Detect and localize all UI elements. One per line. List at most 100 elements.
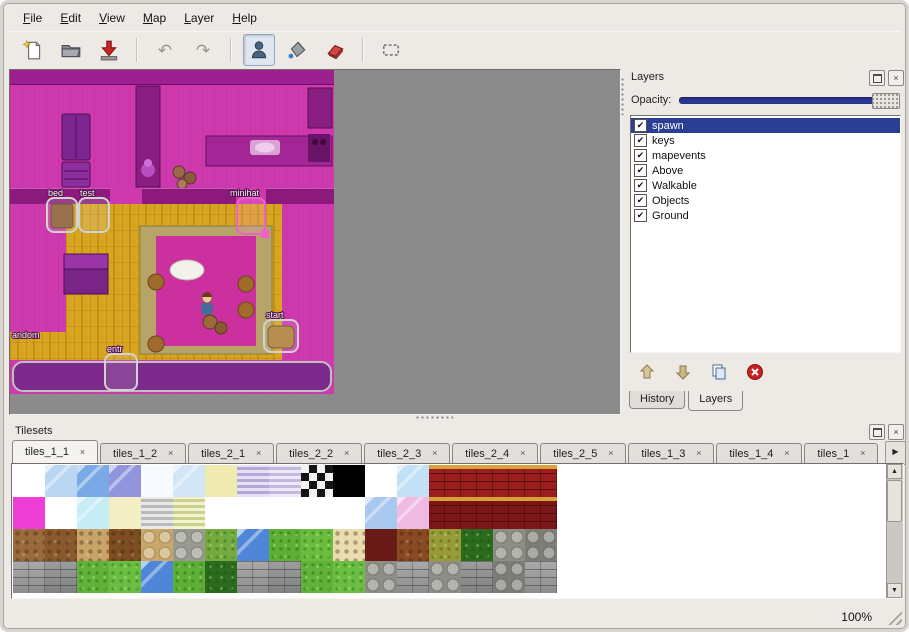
open-file-button[interactable] (55, 34, 87, 66)
tileset-tile[interactable] (269, 529, 301, 561)
tileset-tile[interactable] (493, 497, 525, 529)
tileset-tab-tiles_2_1[interactable]: tiles_2_1× (188, 443, 274, 463)
tileset-tile[interactable] (77, 529, 109, 561)
tileset-tile[interactable] (525, 497, 557, 529)
tab-close-icon[interactable]: × (780, 447, 793, 460)
tileset-tile[interactable] (173, 497, 205, 529)
lower-layer-button[interactable] (671, 360, 695, 384)
tileset-tab-tiles_1_4[interactable]: tiles_1_4× (716, 443, 802, 463)
tileset-tab-tiles_1_2[interactable]: tiles_1_2× (100, 443, 186, 463)
opacity-slider[interactable] (679, 92, 900, 108)
tab-close-icon[interactable]: × (856, 447, 869, 460)
tileset-tile[interactable] (301, 497, 333, 529)
layer-visibility-checkbox[interactable]: ✔ (634, 149, 647, 162)
tileset-tile[interactable] (173, 529, 205, 561)
menu-item-help[interactable]: Help (224, 8, 265, 28)
resize-grip[interactable] (888, 611, 902, 625)
tileset-tile[interactable] (13, 561, 45, 593)
raise-layer-button[interactable] (635, 360, 659, 384)
tab-close-icon[interactable]: × (252, 447, 265, 460)
tileset-tile[interactable] (365, 561, 397, 593)
tileset-tile[interactable] (397, 529, 429, 561)
tileset-tile[interactable] (173, 561, 205, 593)
layer-visibility-checkbox[interactable]: ✔ (634, 164, 647, 177)
duplicate-layer-button[interactable] (707, 360, 731, 384)
menu-item-view[interactable]: View (91, 8, 133, 28)
float-panel-button[interactable] (869, 70, 885, 86)
tileset-tile[interactable] (77, 497, 109, 529)
menu-item-file[interactable]: File (15, 8, 50, 28)
layer-visibility-checkbox[interactable]: ✔ (634, 194, 647, 207)
tileset-tile[interactable] (141, 561, 173, 593)
layer-visibility-checkbox[interactable]: ✔ (634, 179, 647, 192)
tileset-tile[interactable] (77, 561, 109, 593)
tileset-tile[interactable] (365, 497, 397, 529)
tileset-tile[interactable] (109, 529, 141, 561)
close-panel-button[interactable]: × (888, 70, 904, 86)
layer-row-keys[interactable]: ✔keys (631, 133, 900, 148)
tileset-view[interactable]: ▲ ▼ (11, 463, 904, 599)
tileset-tile[interactable] (77, 465, 109, 497)
map-object-start[interactable] (264, 320, 298, 352)
tileset-tile[interactable] (333, 465, 365, 497)
tileset-tile[interactable] (333, 561, 365, 593)
map-object-test[interactable] (79, 198, 109, 232)
eraser-button[interactable] (319, 34, 351, 66)
tileset-tile[interactable] (269, 561, 301, 593)
new-file-button[interactable] (17, 34, 49, 66)
tileset-tile[interactable] (237, 529, 269, 561)
tileset-tile[interactable] (269, 497, 301, 529)
tileset-tab-tiles_1_1[interactable]: tiles_1_1× (12, 440, 98, 463)
layer-visibility-checkbox[interactable]: ✔ (634, 209, 647, 222)
opacity-slider-track[interactable] (679, 97, 900, 104)
tileset-tab-tiles_2_5[interactable]: tiles_2_5× (540, 443, 626, 463)
tileset-scrollbar[interactable]: ▲ ▼ (886, 464, 903, 598)
layer-row-walkable[interactable]: ✔Walkable (631, 178, 900, 193)
tileset-tile[interactable] (45, 497, 77, 529)
tileset-tile[interactable] (173, 465, 205, 497)
tileset-tile[interactable] (45, 561, 77, 593)
map-object-minihat-selected[interactable] (237, 198, 265, 234)
float-panel-button[interactable] (869, 424, 885, 440)
map-object-bed[interactable] (47, 198, 77, 232)
tileset-tile[interactable] (301, 465, 333, 497)
tileset-tile[interactable] (141, 465, 173, 497)
rect-select-button[interactable] (375, 34, 407, 66)
tab-close-icon[interactable]: × (164, 447, 177, 460)
tileset-tile[interactable] (397, 561, 429, 593)
tab-scroll-right-button[interactable]: ▶ (885, 441, 906, 465)
dock-tab-layers[interactable]: Layers (688, 391, 743, 411)
layer-row-objects[interactable]: ✔Objects (631, 193, 900, 208)
tileset-tile[interactable] (45, 529, 77, 561)
tileset-tile[interactable] (429, 465, 461, 497)
map-viewport[interactable]: bed test minihat start entr andom (9, 69, 621, 415)
tileset-tile[interactable] (109, 561, 141, 593)
tileset-tile[interactable] (45, 465, 77, 497)
tileset-tile[interactable] (13, 465, 45, 497)
close-panel-button[interactable]: × (888, 424, 904, 440)
tileset-tile[interactable] (493, 529, 525, 561)
tileset-tile[interactable] (333, 497, 365, 529)
tileset-tile[interactable] (429, 529, 461, 561)
tileset-tile[interactable] (141, 529, 173, 561)
dock-tab-history[interactable]: History (629, 391, 685, 409)
object-resize-handle[interactable] (261, 230, 269, 238)
tileset-tile[interactable] (301, 561, 333, 593)
opacity-slider-handle[interactable] (872, 93, 900, 109)
horizontal-splitter-handle[interactable] (415, 415, 453, 420)
stamp-brush-button[interactable] (243, 34, 275, 66)
tileset-tile[interactable] (205, 465, 237, 497)
tileset-tile[interactable] (493, 465, 525, 497)
scroll-down-arrow[interactable]: ▼ (887, 583, 902, 598)
tileset-tile[interactable] (269, 465, 301, 497)
map-canvas[interactable]: bed test minihat start entr andom (10, 70, 334, 394)
tileset-tile[interactable] (525, 465, 557, 497)
tileset-tile[interactable] (397, 465, 429, 497)
layer-row-mapevents[interactable]: ✔mapevents (631, 148, 900, 163)
tileset-tab-tiles_1[interactable]: tiles_1× (804, 443, 878, 463)
redo-button[interactable]: ↷ (187, 34, 219, 66)
tileset-tile[interactable] (397, 497, 429, 529)
menu-item-map[interactable]: Map (135, 8, 174, 28)
bucket-fill-button[interactable] (281, 34, 313, 66)
tileset-tab-tiles_2_2[interactable]: tiles_2_2× (276, 443, 362, 463)
